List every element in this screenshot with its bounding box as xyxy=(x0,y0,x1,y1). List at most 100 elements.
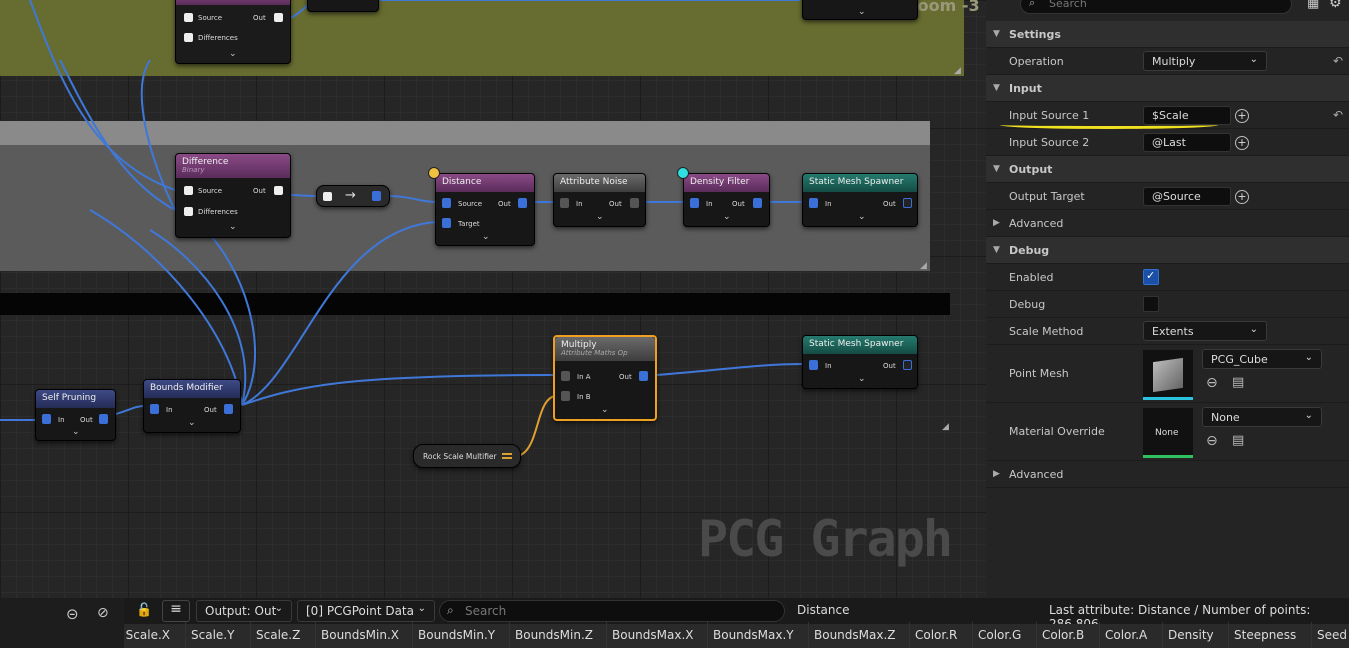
browse-folder-icon[interactable]: ▤ xyxy=(1232,375,1244,390)
in-pin[interactable] xyxy=(560,198,569,208)
out-pin[interactable] xyxy=(224,404,233,414)
input-source-2-field[interactable]: @Last xyxy=(1143,133,1231,152)
use-selected-icon[interactable]: ⊖ xyxy=(1206,433,1218,449)
out-pin[interactable] xyxy=(99,414,108,424)
node-attribute-noise[interactable]: Attribute Noise In Out ⌄ xyxy=(553,173,646,227)
in-pin[interactable] xyxy=(690,198,699,208)
column-header-scale-y[interactable]: Scale.Y xyxy=(191,624,234,648)
point-mesh-thumbnail[interactable] xyxy=(1143,350,1193,400)
column-header-color-r[interactable]: Color.R xyxy=(915,624,957,648)
column-separator[interactable] xyxy=(909,622,910,648)
expand-chevron-icon[interactable]: ⌄ xyxy=(858,374,866,384)
out-pin[interactable] xyxy=(518,198,527,208)
column-header-color-a[interactable]: Color.A xyxy=(1105,624,1147,648)
browse-folder-icon[interactable]: ▤ xyxy=(1232,433,1244,448)
inspect-marker[interactable] xyxy=(677,167,689,179)
grid-view-icon[interactable]: ▦ xyxy=(1307,0,1319,11)
debug-checkbox[interactable] xyxy=(1143,296,1159,312)
pcg-graph-canvas[interactable]: Zoom -3 PCG Graph Source Out Differences… xyxy=(0,0,986,598)
node-bounds-modifier[interactable]: Bounds Modifier In Out ⌄ xyxy=(143,379,241,433)
enabled-checkbox[interactable]: ✓ xyxy=(1143,269,1159,285)
column-separator[interactable] xyxy=(972,622,973,648)
expand-chevron-icon[interactable]: ⌄ xyxy=(858,212,866,222)
column-separator[interactable] xyxy=(1162,622,1163,648)
node-rock-scale-multifier[interactable]: Rock Scale Multifier xyxy=(413,444,521,468)
column-separator[interactable] xyxy=(185,622,186,648)
category-output[interactable]: ▼ Output xyxy=(986,156,1349,183)
node-difference-top[interactable]: Source Out Differences ⌄ xyxy=(175,0,291,64)
locate-icon[interactable]: ⊝ xyxy=(66,605,79,623)
material-thumbnail[interactable]: None xyxy=(1143,408,1193,458)
expand-chevron-icon[interactable]: ⌄ xyxy=(229,222,237,232)
operation-dropdown[interactable]: Multiply ⌄ xyxy=(1143,51,1267,71)
node-top-right[interactable]: ⌄ xyxy=(802,0,918,20)
column-separator[interactable] xyxy=(1099,622,1100,648)
column-header-boundsmax-y[interactable]: BoundsMax.Y xyxy=(713,624,794,648)
column-header-color-g[interactable]: Color.G xyxy=(978,624,1021,648)
reset-arrow-icon[interactable]: ↶ xyxy=(1333,54,1343,68)
column-separator[interactable] xyxy=(1036,622,1037,648)
column-header-scale-z[interactable]: Scale.Z xyxy=(256,624,300,648)
in-b-pin[interactable] xyxy=(561,391,570,401)
output-target-field[interactable]: @Source xyxy=(1143,187,1231,206)
column-header-boundsmin-x[interactable]: BoundsMin.X xyxy=(321,624,399,648)
column-separator[interactable] xyxy=(250,622,251,648)
column-header-steepness[interactable]: Steepness xyxy=(1234,624,1296,648)
out-pin[interactable] xyxy=(639,371,648,381)
output-pin-dropdown[interactable]: Output: Out ⌄ xyxy=(196,600,292,622)
column-separator[interactable] xyxy=(606,622,607,648)
add-circle-icon[interactable]: + xyxy=(1235,136,1249,150)
node-distance[interactable]: Distance Source Out Target ⌄ xyxy=(435,173,535,246)
expand-chevron-icon[interactable]: ⌄ xyxy=(482,232,490,242)
column-separator[interactable] xyxy=(412,622,413,648)
node-static-mesh-spawner-1[interactable]: Static Mesh Spawner In Out ⌄ xyxy=(802,173,918,227)
source-pin[interactable] xyxy=(184,13,193,22)
use-selected-icon[interactable]: ⊖ xyxy=(1206,375,1218,391)
in-pin[interactable] xyxy=(42,414,51,424)
category-advanced-1[interactable]: ▶ Advanced xyxy=(986,210,1349,237)
resize-grip-icon[interactable]: ◢ xyxy=(942,422,949,432)
column-header-scale-x[interactable]: Scale.X xyxy=(122,624,170,648)
expand-chevron-icon[interactable]: ⌄ xyxy=(72,427,80,437)
reset-arrow-icon[interactable]: ↶ xyxy=(1333,108,1343,122)
resize-grip-icon[interactable]: ◢ xyxy=(920,261,927,271)
convert-out-pin[interactable] xyxy=(372,191,381,201)
source-pin[interactable] xyxy=(442,198,451,208)
column-separator[interactable] xyxy=(315,622,316,648)
source-pin[interactable] xyxy=(184,186,193,195)
material-override-dropdown[interactable]: None ⌄ xyxy=(1202,407,1322,427)
column-header-density[interactable]: Density xyxy=(1168,624,1214,648)
expand-chevron-icon[interactable]: ⌄ xyxy=(596,212,604,222)
out-pin[interactable] xyxy=(274,13,283,22)
node-convert[interactable]: → xyxy=(316,185,390,207)
expand-chevron-icon[interactable]: ⌄ xyxy=(723,212,731,222)
lock-icon[interactable]: 🔓 xyxy=(136,603,152,618)
output-pin[interactable] xyxy=(502,453,512,459)
differences-pin[interactable] xyxy=(184,207,193,216)
column-separator[interactable] xyxy=(808,622,809,648)
details-search-input[interactable]: ⌕ Search xyxy=(1020,0,1292,14)
differences-pin[interactable] xyxy=(184,33,193,42)
target-pin[interactable] xyxy=(442,218,451,228)
category-input[interactable]: ▼ Input xyxy=(986,75,1349,102)
in-a-pin[interactable] xyxy=(561,371,570,381)
node-multiply[interactable]: Multiply Attribute Maths Op In A Out In B… xyxy=(553,335,657,421)
category-settings[interactable]: ▼ Settings xyxy=(986,21,1349,48)
category-debug[interactable]: ▼ Debug xyxy=(986,237,1349,264)
node-static-mesh-spawner-2[interactable]: Static Mesh Spawner In Out ⌄ xyxy=(802,335,918,389)
out-pin[interactable] xyxy=(903,198,912,208)
in-pin[interactable] xyxy=(150,404,159,414)
in-pin[interactable] xyxy=(809,198,818,208)
expand-chevron-icon[interactable]: ⌄ xyxy=(601,405,609,415)
column-header-seed[interactable]: Seed xyxy=(1317,624,1347,648)
column-header-color-b[interactable]: Color.B xyxy=(1042,624,1084,648)
category-advanced-2[interactable]: ▶ Advanced xyxy=(986,461,1349,488)
breakpoint-marker[interactable] xyxy=(428,167,440,179)
column-separator[interactable] xyxy=(707,622,708,648)
out-pin[interactable] xyxy=(630,198,639,208)
column-header-boundsmax-x[interactable]: BoundsMax.X xyxy=(612,624,694,648)
add-circle-icon[interactable]: + xyxy=(1235,109,1249,123)
filter-icon[interactable]: ≡ xyxy=(162,600,190,622)
node-self-pruning[interactable]: Self Pruning In Out ⌄ xyxy=(35,389,116,441)
column-separator[interactable] xyxy=(509,622,510,648)
